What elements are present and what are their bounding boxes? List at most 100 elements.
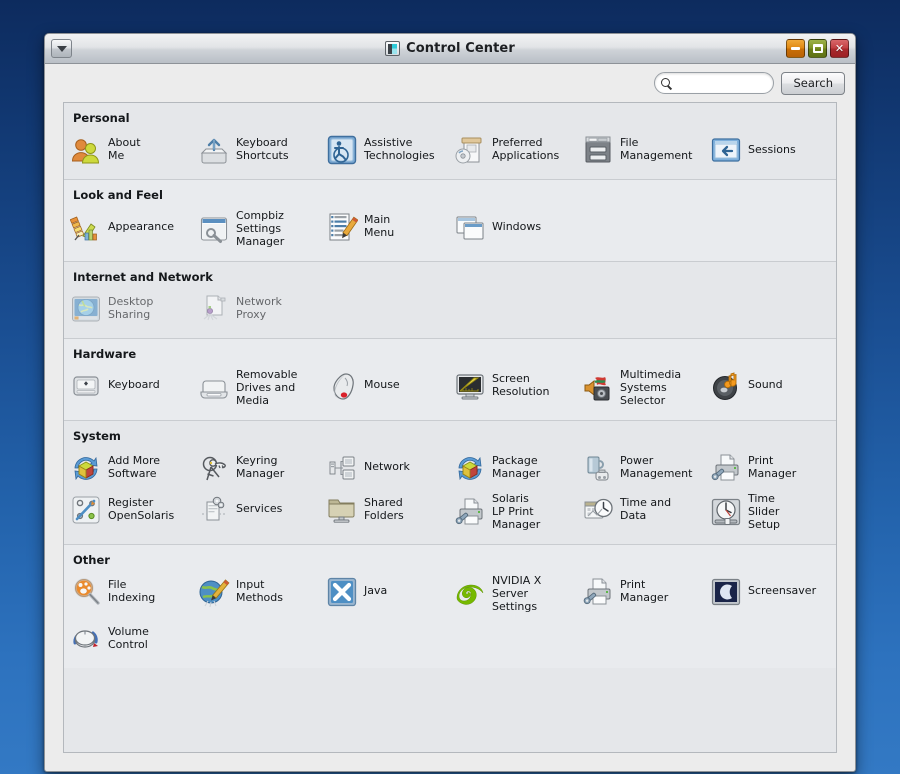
add-more-software-icon bbox=[70, 452, 102, 484]
settings-item-screen-resolution[interactable]: Screen Resolution bbox=[448, 365, 576, 407]
settings-item-label: Sessions bbox=[748, 142, 796, 156]
settings-item-appearance[interactable]: Appearance bbox=[64, 206, 192, 248]
settings-item-nvidia-x-server-settings[interactable]: NVIDIA X Server Settings bbox=[448, 571, 576, 618]
mouse-icon bbox=[326, 370, 358, 402]
settings-item-time-and-data[interactable]: Time and Data bbox=[576, 489, 704, 531]
settings-item-print-manager[interactable]: Print Manager bbox=[576, 571, 704, 613]
search-input[interactable] bbox=[676, 75, 768, 91]
settings-item-main-menu[interactable]: Main Menu bbox=[320, 206, 448, 248]
window-menu-button[interactable] bbox=[51, 39, 72, 58]
settings-item-windows[interactable]: Windows bbox=[448, 206, 576, 248]
settings-item-shared-folders[interactable]: Shared Folders bbox=[320, 489, 448, 531]
maximize-icon bbox=[812, 44, 823, 53]
search-field-wrapper[interactable] bbox=[654, 72, 775, 94]
item-row: Appearance Compbiz Settings Manager Main… bbox=[64, 206, 836, 253]
settings-item-removable-drives-and-media[interactable]: Removable Drives and Media bbox=[192, 365, 320, 412]
settings-item-label: Input Methods bbox=[236, 577, 283, 604]
section-personal: Personal About Me Keyboard Shortcuts Ass… bbox=[64, 103, 836, 180]
settings-item-label: About Me bbox=[108, 136, 141, 162]
settings-item-time-slider-setup[interactable]: Time Slider Setup bbox=[704, 489, 832, 536]
settings-item-multimedia-systems-selector[interactable]: Multimedia Systems Selector bbox=[576, 365, 704, 412]
settings-item-volume-control[interactable]: Volume Control bbox=[64, 618, 192, 660]
search-button[interactable]: Search bbox=[781, 71, 845, 95]
settings-item-compbiz-settings-manager[interactable]: Compbiz Settings Manager bbox=[192, 206, 320, 253]
shared-folders-icon bbox=[326, 494, 358, 526]
settings-item-screensaver[interactable]: Screensaver bbox=[704, 571, 832, 613]
settings-item-keyring-manager[interactable]: Keyring Manager bbox=[192, 447, 320, 489]
sessions-icon bbox=[710, 134, 742, 166]
settings-item-solaris-lp-print-manager[interactable]: Solaris LP Print Manager bbox=[448, 489, 576, 536]
item-row: Add More Software Keyring Manager Networ… bbox=[64, 447, 836, 489]
settings-item-label: Compbiz Settings Manager bbox=[236, 209, 285, 248]
settings-item-label: Print Manager bbox=[620, 577, 669, 604]
file-management-icon bbox=[582, 134, 614, 166]
settings-item-file-indexing[interactable]: File Indexing bbox=[64, 571, 192, 613]
package-manager-icon bbox=[454, 452, 486, 484]
settings-item-label: NVIDIA X Server Settings bbox=[492, 573, 542, 613]
section-title: Look and Feel bbox=[73, 188, 163, 202]
control-center-icon bbox=[385, 41, 401, 56]
about-me-icon bbox=[70, 134, 102, 166]
section-title: Personal bbox=[73, 111, 130, 125]
settings-item-power-management[interactable]: Power Management bbox=[576, 447, 704, 489]
settings-item-services[interactable]: Services bbox=[192, 489, 320, 531]
network-icon bbox=[326, 452, 358, 484]
settings-item-file-management[interactable]: File Management bbox=[576, 129, 704, 171]
print-manager-icon bbox=[710, 452, 742, 484]
section-internet-and-network: Internet and Network Desktop Sharing Net… bbox=[64, 261, 836, 339]
settings-item-register-opensolaris[interactable]: Register OpenSolaris bbox=[64, 489, 192, 531]
appearance-icon bbox=[70, 211, 102, 243]
close-button[interactable]: ✕ bbox=[830, 39, 849, 58]
maximize-button[interactable] bbox=[808, 39, 827, 58]
title-bar: Control Center ✕ bbox=[45, 34, 855, 64]
settings-item-keyboard-shortcuts[interactable]: Keyboard Shortcuts bbox=[192, 129, 320, 171]
main-menu-icon bbox=[326, 211, 358, 243]
item-row: Keyboard Removable Drives and Media Mous… bbox=[64, 365, 836, 412]
settings-item-desktop-sharing[interactable]: Desktop Sharing bbox=[64, 288, 192, 330]
settings-item-package-manager[interactable]: Package Manager bbox=[448, 447, 576, 489]
settings-item-assistive-technologies[interactable]: Assistive Technologies bbox=[320, 129, 448, 171]
settings-item-java[interactable]: Java bbox=[320, 571, 448, 613]
section-title: Hardware bbox=[73, 346, 137, 361]
settings-item-print-manager[interactable]: Print Manager bbox=[704, 447, 832, 489]
settings-item-label: Services bbox=[236, 502, 283, 516]
item-row: File Indexing Input Methods Java NVIDIA … bbox=[64, 571, 836, 618]
settings-item-add-more-software[interactable]: Add More Software bbox=[64, 447, 192, 489]
settings-item-label: Multimedia Systems Selector bbox=[620, 367, 682, 407]
settings-item-sound[interactable]: Sound bbox=[704, 365, 832, 407]
time-and-date-icon bbox=[582, 494, 614, 526]
settings-item-network[interactable]: Network bbox=[320, 447, 448, 489]
multimedia-systems-selector-icon bbox=[582, 372, 614, 404]
settings-item-mouse[interactable]: Mouse bbox=[320, 365, 448, 407]
keyring-manager-icon bbox=[198, 452, 230, 484]
input-methods-icon bbox=[198, 576, 230, 608]
settings-item-label: Network bbox=[364, 460, 410, 474]
settings-item-label: Screensaver bbox=[748, 584, 817, 598]
volume-control-icon bbox=[70, 623, 102, 655]
java-icon bbox=[326, 576, 358, 608]
keyboard-icon bbox=[70, 370, 102, 402]
settings-item-label: Appearance bbox=[108, 219, 175, 233]
settings-item-label: Shared Folders bbox=[364, 495, 404, 522]
settings-item-label: Package Manager bbox=[492, 453, 541, 480]
settings-item-keyboard[interactable]: Keyboard bbox=[64, 365, 192, 407]
settings-item-label: Print Manager bbox=[748, 453, 797, 480]
settings-item-network-proxy[interactable]: Network Proxy bbox=[192, 288, 320, 330]
settings-item-label: File Indexing bbox=[108, 577, 156, 604]
settings-item-preferred-applications[interactable]: Preferred Applications bbox=[448, 129, 576, 171]
sound-icon bbox=[710, 370, 742, 402]
settings-item-about-me[interactable]: About Me bbox=[64, 129, 192, 171]
settings-item-label: Main Menu bbox=[364, 213, 395, 239]
assistive-technologies-icon bbox=[326, 134, 358, 166]
settings-item-sessions[interactable]: Sessions bbox=[704, 129, 832, 171]
minimize-button[interactable] bbox=[786, 39, 805, 58]
section-title: System bbox=[73, 428, 121, 443]
minimize-icon bbox=[791, 47, 800, 50]
title-center: Control Center bbox=[45, 41, 855, 56]
settings-item-input-methods[interactable]: Input Methods bbox=[192, 571, 320, 613]
settings-item-label: Network Proxy bbox=[236, 294, 282, 321]
item-row: About Me Keyboard Shortcuts Assistive Te… bbox=[64, 129, 836, 171]
settings-item-label: Add More Software bbox=[108, 453, 161, 480]
item-row: Volume Control bbox=[64, 618, 836, 660]
item-row: Desktop Sharing Network Proxy bbox=[64, 288, 836, 330]
